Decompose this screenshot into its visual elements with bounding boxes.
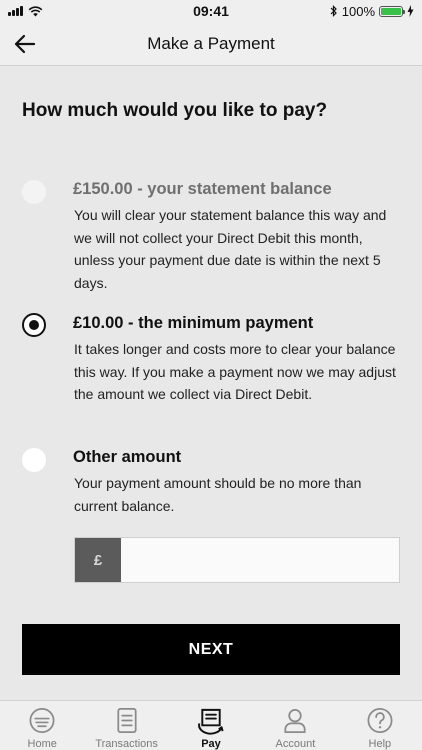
arrow-left-icon <box>14 34 36 54</box>
home-icon <box>29 708 55 733</box>
tab-label: Pay <box>201 738 221 750</box>
status-time: 09:41 <box>193 3 229 19</box>
option-description: Your payment amount should be no more th… <box>74 475 362 514</box>
amount-input[interactable] <box>121 538 399 582</box>
radio-minimum-payment[interactable] <box>22 313 46 337</box>
battery-percent: 100% <box>341 3 375 19</box>
radio-other-amount[interactable] <box>22 448 46 472</box>
bluetooth-icon <box>330 5 337 17</box>
tab-label: Transactions <box>95 738 158 750</box>
tab-help[interactable]: Help <box>338 701 422 750</box>
payment-form: How much would you like to pay? £150.00 … <box>0 66 422 700</box>
radio-statement-balance[interactable] <box>22 180 46 204</box>
signal-icon <box>8 6 23 16</box>
tab-label: Account <box>275 738 316 750</box>
transactions-icon <box>117 708 137 733</box>
charging-icon <box>407 5 414 17</box>
tab-transactions[interactable]: Transactions <box>84 701 168 750</box>
option-title: Other amount <box>73 448 182 466</box>
tab-account[interactable]: Account <box>253 701 337 750</box>
payment-question: How much would you like to pay? <box>22 100 328 121</box>
option-title: £10.00 - the minimum payment <box>73 314 314 332</box>
page-title: Make a Payment <box>147 33 275 53</box>
wifi-icon <box>28 5 43 16</box>
tab-pay[interactable]: Pay <box>169 701 253 750</box>
status-left <box>8 5 128 17</box>
back-button[interactable] <box>12 31 38 57</box>
navigation-header: Make a Payment <box>0 22 422 66</box>
option-title: £150.00 - your statement balance <box>73 180 332 198</box>
tab-label: Help <box>368 738 392 750</box>
currency-symbol: £ <box>75 538 121 582</box>
help-icon <box>367 708 393 733</box>
next-button[interactable]: NEXT <box>22 624 400 675</box>
option-description: You will clear your statement balance th… <box>74 207 387 291</box>
battery-icon <box>379 5 405 17</box>
tab-label: Home <box>27 738 57 750</box>
tab-home[interactable]: Home <box>0 701 84 750</box>
account-icon <box>284 708 306 733</box>
tab-bar: Home Transactions Pay Account Help <box>0 700 422 750</box>
status-right: 100% <box>294 4 414 19</box>
option-description: It takes longer and costs more to clear … <box>74 341 396 402</box>
pay-icon <box>198 708 224 735</box>
amount-field[interactable]: £ <box>74 537 400 583</box>
status-bar: 09:41 100% <box>0 0 422 22</box>
